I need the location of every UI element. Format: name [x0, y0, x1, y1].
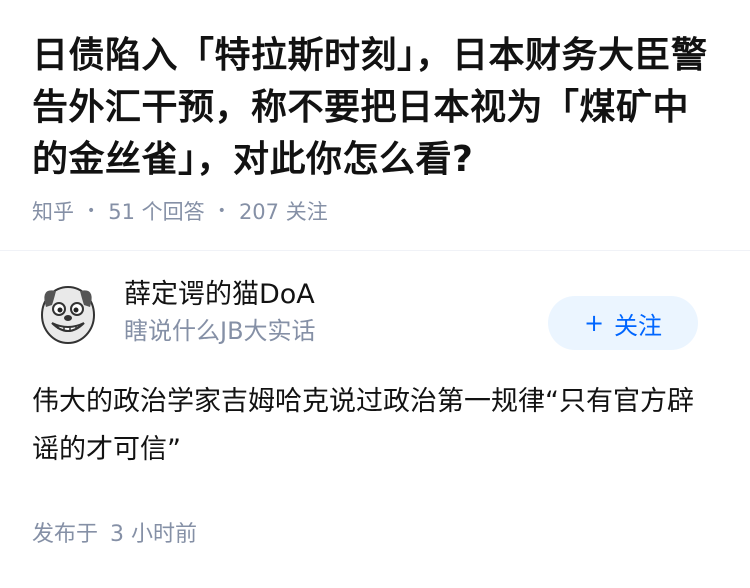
question-title[interactable]: 日债陷入「特拉斯时刻」，日本财务大臣警告外汇干预，称不要把日本视为「煤矿中的金丝…: [32, 30, 718, 186]
answer-count[interactable]: 51 个回答: [108, 196, 204, 226]
follow-button[interactable]: + 关注: [548, 296, 698, 350]
answer-content[interactable]: 伟大的政治学家吉姆哈克说过政治第一规律“只有官方辟谣的才可信”: [32, 378, 718, 474]
avatar[interactable]: [32, 276, 104, 349]
source-label[interactable]: 知乎: [32, 196, 74, 226]
author-headline: 瞎说什么JB大实话: [124, 316, 316, 345]
published-time: 3 小时前: [110, 522, 198, 547]
plus-icon: +: [583, 309, 605, 337]
answer-card: 薛定谔的猫DoA 瞎说什么JB大实话 + 关注 伟大的政治学家吉姆哈克说过政治第…: [0, 251, 750, 548]
question-meta: 知乎 • 51 个回答 • 207 关注: [32, 196, 718, 226]
author-info: 薛定谔的猫DoA 瞎说什么JB大实话: [124, 275, 316, 347]
question-header: 日债陷入「特拉斯时刻」，日本财务大臣警告外汇干预，称不要把日本视为「煤矿中的金丝…: [0, 0, 750, 250]
published-label: 发布于: [32, 522, 99, 547]
author-name[interactable]: 薛定谔的猫DoA: [124, 275, 316, 315]
author-row: 薛定谔的猫DoA 瞎说什么JB大实话 + 关注: [32, 251, 718, 368]
separator-dot: •: [217, 203, 226, 219]
cartoon-avatar-icon: [32, 276, 104, 349]
follow-label: 关注: [614, 311, 663, 340]
answer-timestamp: 发布于 3 小时前: [32, 516, 718, 548]
separator-dot: •: [87, 203, 96, 219]
follow-count: 207 关注: [238, 200, 328, 224]
